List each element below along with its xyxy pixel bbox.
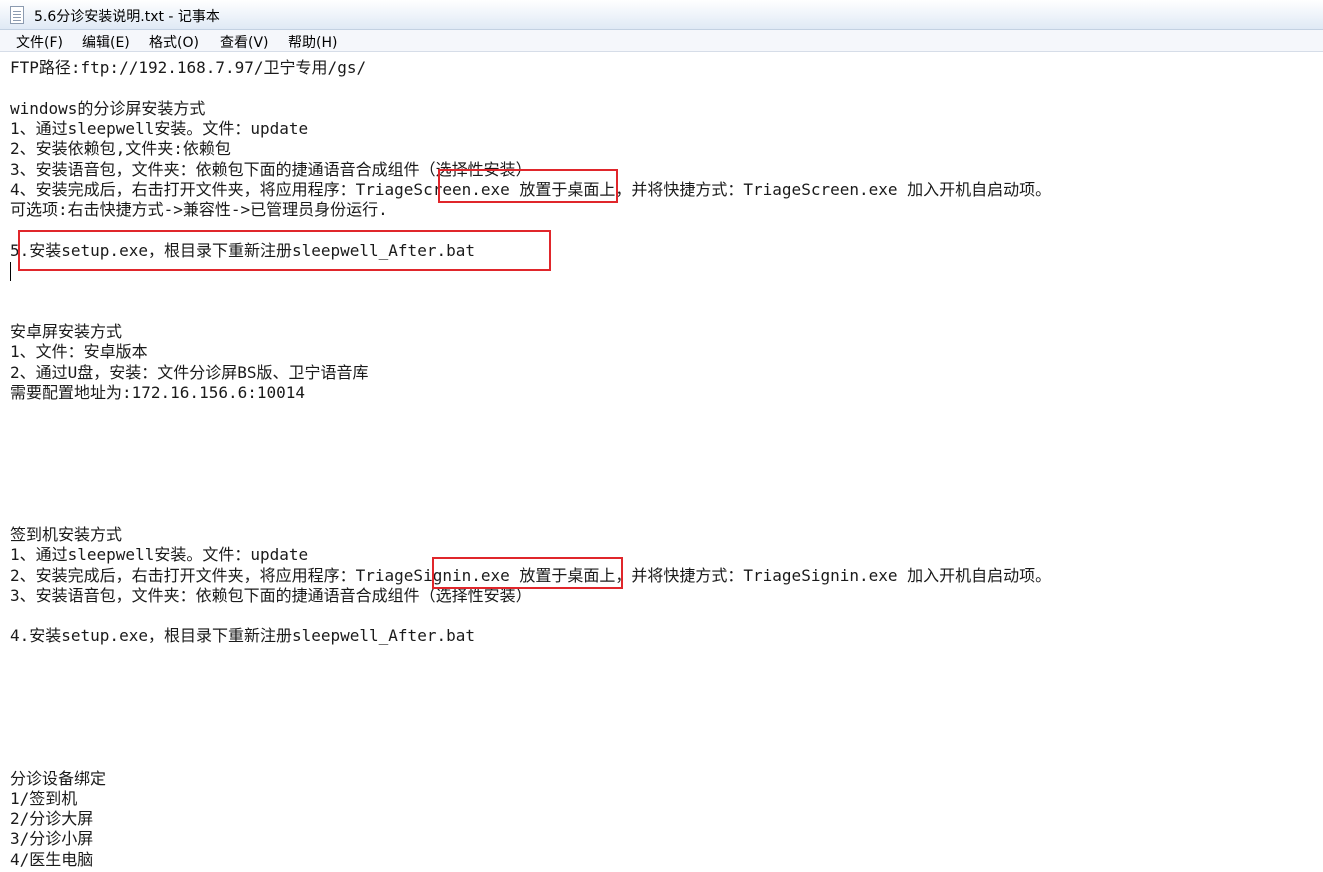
text-line: 4/医生电脑 bbox=[10, 849, 94, 869]
menu-bar: 文件(F) 编辑(E) 格式(O) 查看(V) 帮助(H) bbox=[0, 30, 1323, 52]
text-line: 安卓屏安装方式 bbox=[10, 321, 123, 341]
text-line: 分诊设备绑定 bbox=[10, 768, 107, 788]
text-line: 签到机安装方式 bbox=[10, 524, 123, 544]
text-line: 3、安装语音包，文件夹：依赖包下面的捷通语音合成组件（选择性安装） bbox=[10, 585, 532, 605]
text-line: windows的分诊屏安装方式 bbox=[10, 98, 206, 118]
text-line: 2、安装依赖包,文件夹:依赖包 bbox=[10, 139, 231, 159]
menu-format[interactable]: 格式(O) bbox=[149, 32, 199, 52]
text-line: FTP路径:ftp://192.168.7.97/卫宁专用/gs/ bbox=[10, 58, 367, 77]
menu-file[interactable]: 文件(F) bbox=[16, 32, 63, 52]
text-line: 2、安装完成后，右击打开文件夹，将应用程序：TriageSignin.exe 放… bbox=[10, 565, 1052, 585]
window-title: 5.6分诊安装说明.txt - 记事本 bbox=[34, 9, 220, 25]
notepad-window: 5.6分诊安装说明.txt - 记事本 文件(F) 编辑(E) 格式(O) 查看… bbox=[0, 0, 1323, 872]
text-line: 1、通过sleepwell安装。文件：update bbox=[10, 545, 309, 565]
menu-view[interactable]: 查看(V) bbox=[220, 32, 269, 52]
text-line: 3、安装语音包，文件夹：依赖包下面的捷通语音合成组件（选择性安装） bbox=[10, 159, 532, 179]
text-line: 5.安装setup.exe，根目录下重新注册sleepwell_After.ba… bbox=[10, 240, 475, 260]
text-line: 4.安装setup.exe，根目录下重新注册sleepwell_After.ba… bbox=[10, 626, 475, 646]
notepad-document-icon bbox=[10, 6, 24, 24]
text-line: 2/分诊大屏 bbox=[10, 809, 94, 829]
text-line: 1、文件：安卓版本 bbox=[10, 342, 148, 362]
menu-edit[interactable]: 编辑(E) bbox=[82, 32, 130, 52]
title-bar: 5.6分诊安装说明.txt - 记事本 bbox=[0, 0, 1323, 30]
menu-help[interactable]: 帮助(H) bbox=[288, 32, 337, 52]
text-editor-area[interactable]: FTP路径:ftp://192.168.7.97/卫宁专用/gs/windows… bbox=[0, 52, 1323, 872]
text-line: 1/签到机 bbox=[10, 788, 78, 808]
text-line: 3/分诊小屏 bbox=[10, 829, 94, 849]
text-caret bbox=[10, 262, 11, 281]
text-line: 2、通过U盘，安装：文件分诊屏BS版、卫宁语音库 bbox=[10, 362, 369, 382]
text-line: 需要配置地址为:172.16.156.6:10014 bbox=[10, 382, 306, 402]
text-line: 1、通过sleepwell安装。文件：update bbox=[10, 118, 309, 138]
text-line: 可选项:右击快捷方式->兼容性->已管理员身份运行. bbox=[10, 200, 388, 220]
text-line: 4、安装完成后，右击打开文件夹，将应用程序：TriageScreen.exe 放… bbox=[10, 179, 1052, 199]
